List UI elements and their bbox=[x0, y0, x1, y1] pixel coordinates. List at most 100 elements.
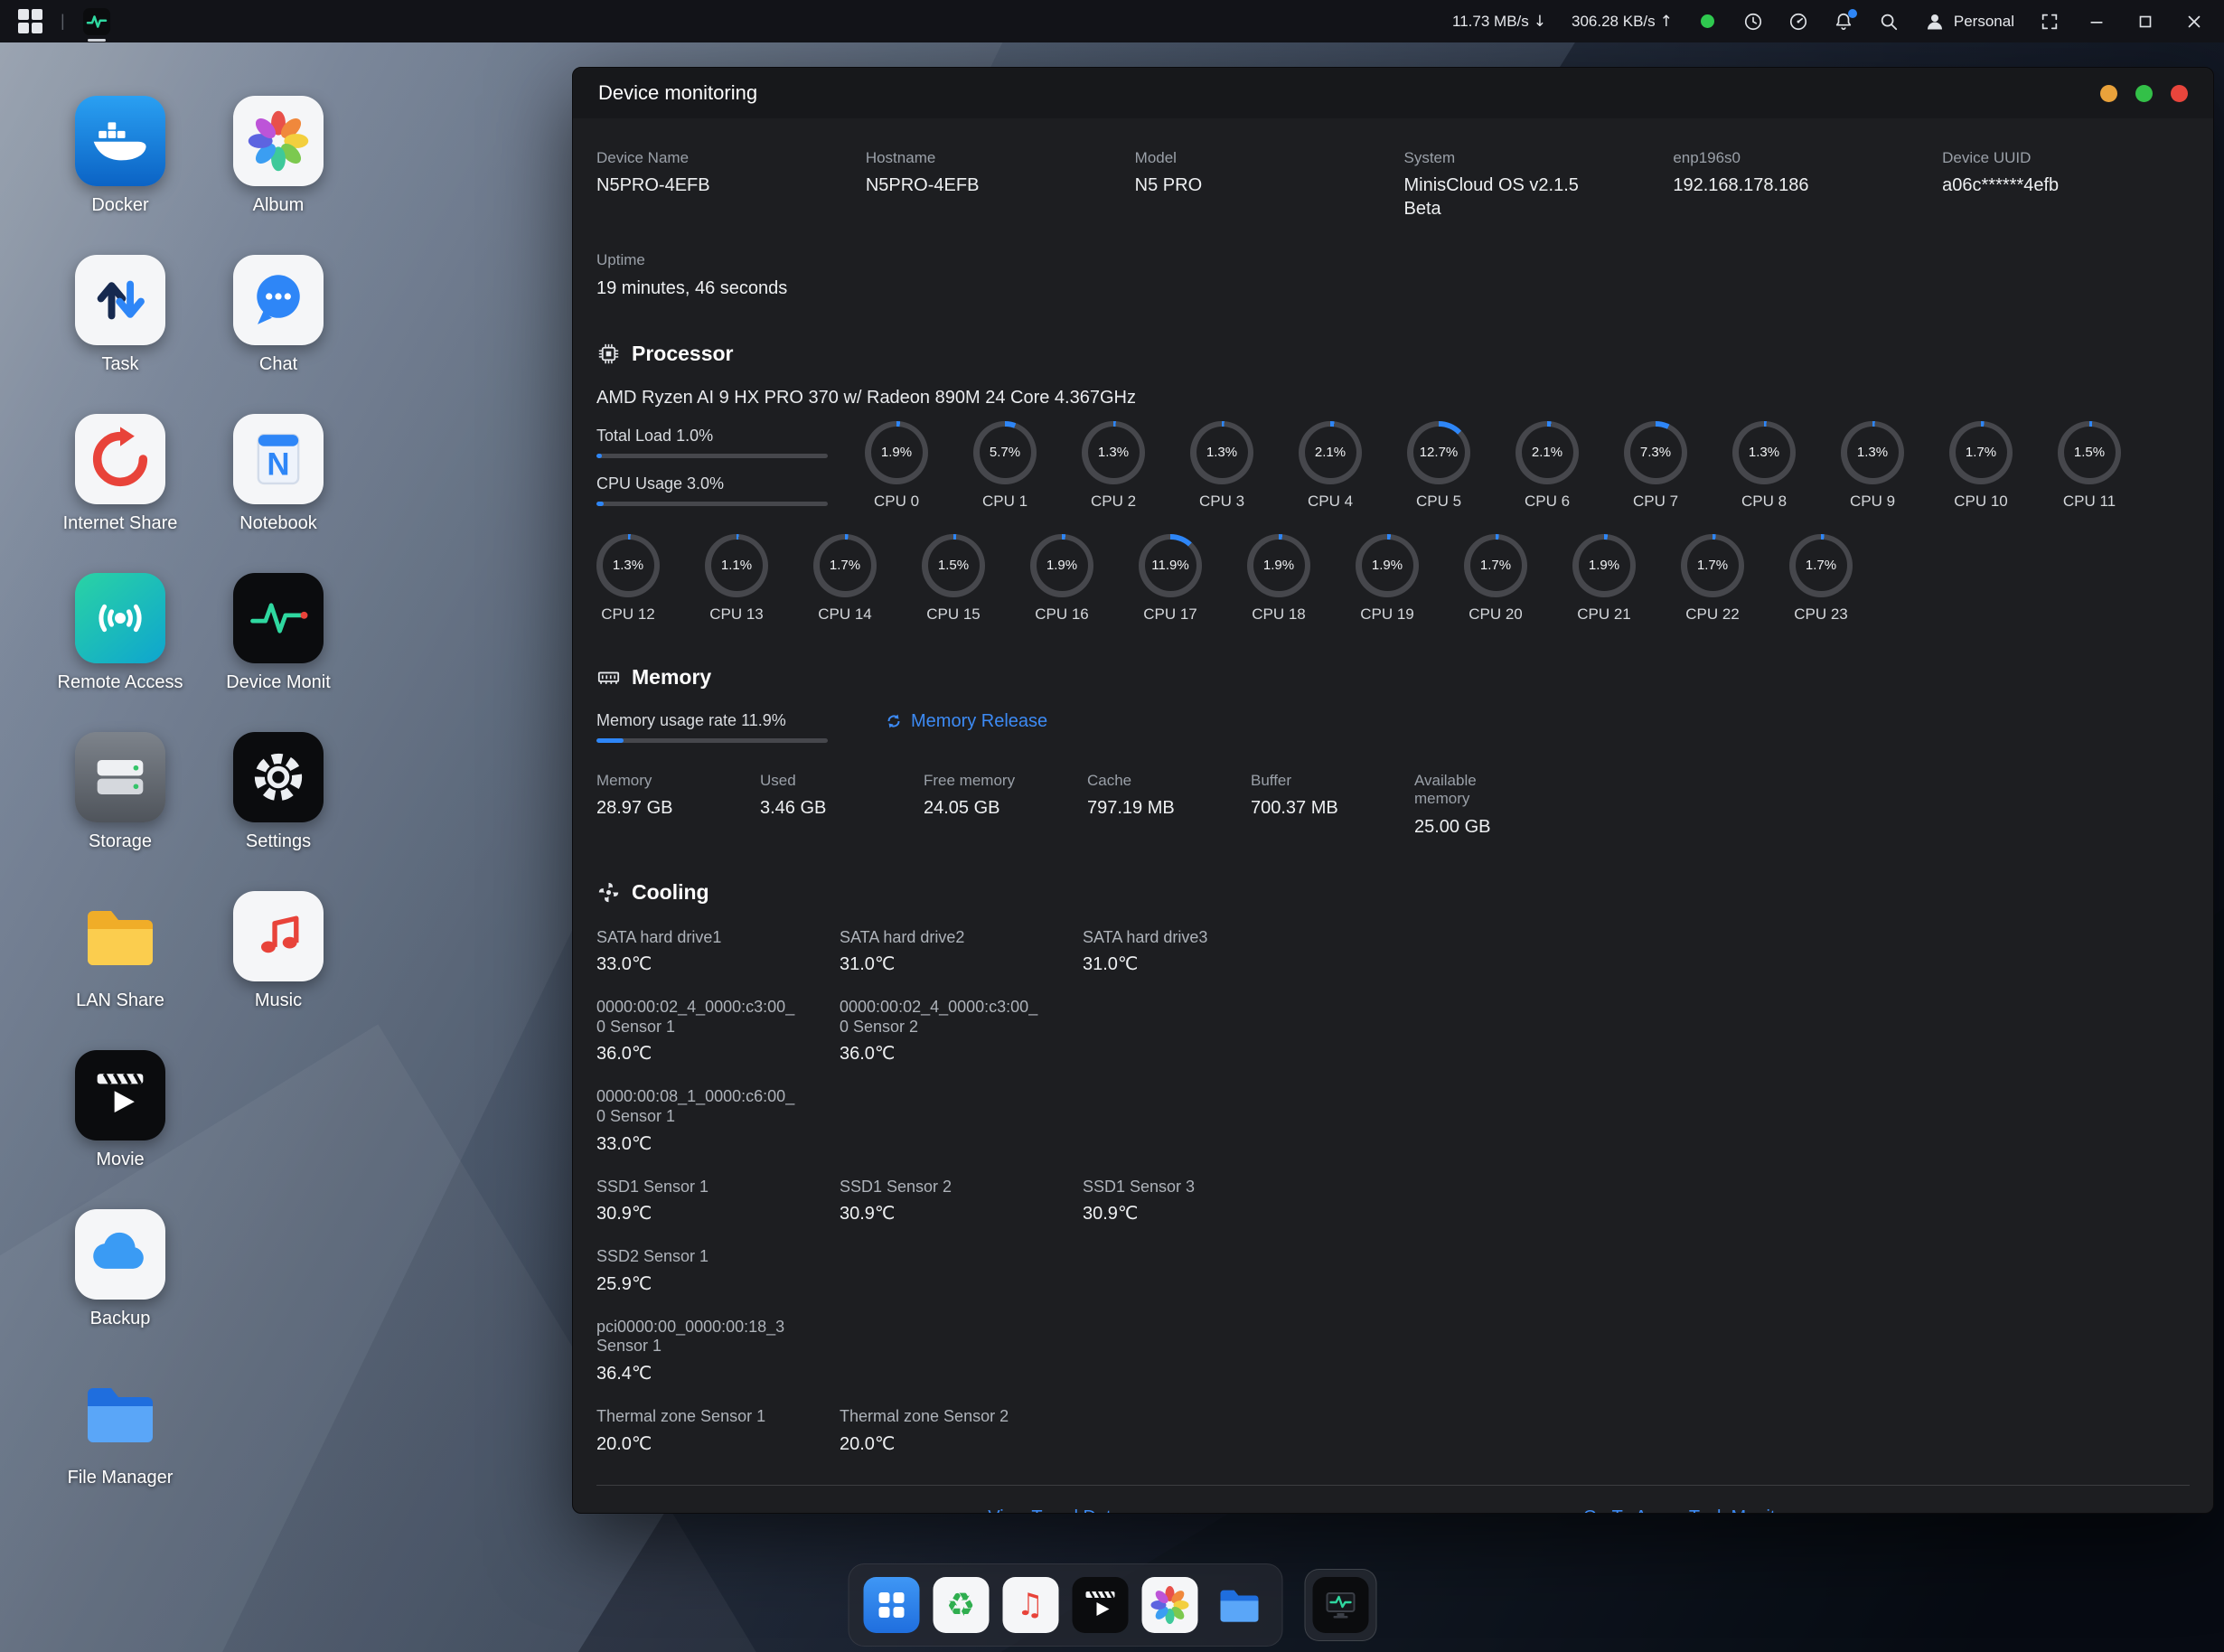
cooling-row: 0000:00:02_4_0000:c3:00_0 Sensor 136.0℃ … bbox=[596, 998, 2190, 1065]
info-label: Model bbox=[1135, 149, 1383, 167]
desktop-icon-remote-access[interactable]: Remote Access bbox=[52, 573, 188, 732]
cpu-core-gauge: 1.9%CPU 0 bbox=[865, 421, 928, 511]
user-icon bbox=[1924, 11, 1946, 33]
app-center-icon[interactable] bbox=[863, 1577, 919, 1633]
window-minimize-button[interactable] bbox=[2100, 85, 2117, 102]
cpu-usage-label: CPU Usage 3.0% bbox=[596, 474, 865, 493]
window-title: Device monitoring bbox=[598, 81, 757, 105]
memory-section-header: Memory bbox=[596, 665, 2190, 690]
cpu-usage-bar bbox=[596, 502, 828, 506]
green-status-icon[interactable] bbox=[1698, 12, 1718, 32]
view-trend-data-link[interactable]: View Trend Data bbox=[988, 1507, 1121, 1514]
sensor-value: 20.0℃ bbox=[840, 1432, 1029, 1456]
info-value: 192.168.178.186 bbox=[1673, 174, 1863, 197]
user-menu[interactable]: Personal bbox=[1924, 11, 2014, 33]
desktop-icon-album[interactable]: Album bbox=[211, 96, 346, 255]
album-icon[interactable] bbox=[1141, 1577, 1197, 1633]
file-manager-icon[interactable] bbox=[1211, 1577, 1267, 1633]
close-button[interactable] bbox=[2182, 10, 2206, 33]
album-icon bbox=[233, 96, 324, 186]
async-task-monitor-link[interactable]: Go To Async Task Monitor bbox=[1583, 1507, 1791, 1514]
desktop-icon-label: Internet Share bbox=[63, 513, 178, 534]
desktop-icon-label: Notebook bbox=[239, 513, 317, 534]
active-app-icon[interactable] bbox=[83, 8, 110, 35]
desktop-icon-label: Settings bbox=[246, 831, 311, 852]
info-label: Hostname bbox=[866, 149, 1113, 167]
maximize-button[interactable] bbox=[2134, 10, 2157, 33]
memory-stat-label: Available memory bbox=[1414, 772, 1532, 809]
desktop-icon-label: LAN Share bbox=[76, 990, 164, 1011]
cpu-core-gauge: 1.7%CPU 22 bbox=[1681, 534, 1744, 624]
sensor-label: SSD1 Sensor 1 bbox=[596, 1178, 800, 1197]
internet-share-icon bbox=[75, 414, 165, 504]
music-icon bbox=[233, 891, 324, 981]
cpu-core-gauge: 1.9%CPU 18 bbox=[1247, 534, 1310, 624]
window-maximize-button[interactable] bbox=[2135, 85, 2153, 102]
sensor-value: 36.4℃ bbox=[596, 1362, 786, 1385]
memory-stat-value: 700.37 MB bbox=[1251, 796, 1414, 820]
cpu-core-gauge: 1.7%CPU 20 bbox=[1464, 534, 1527, 624]
activity-icon[interactable] bbox=[1788, 12, 1808, 32]
sensor-label: SSD1 Sensor 3 bbox=[1083, 1178, 1286, 1197]
fullscreen-icon[interactable] bbox=[2040, 12, 2060, 32]
desktop-icon-storage[interactable]: Storage bbox=[52, 732, 188, 891]
total-load-label: Total Load 1.0% bbox=[596, 427, 865, 446]
memory-stat-label: Memory bbox=[596, 772, 714, 790]
desktop-icon-backup[interactable]: Backup bbox=[52, 1209, 188, 1368]
clock-icon[interactable] bbox=[1743, 12, 1763, 32]
movie-icon[interactable] bbox=[1072, 1577, 1128, 1633]
memory-release-link[interactable]: Memory Release bbox=[885, 711, 1047, 732]
sensor-value: 30.9℃ bbox=[596, 1202, 786, 1225]
recycle-icon bbox=[885, 712, 903, 730]
cpu-core-gauge: 1.5%CPU 11 bbox=[2058, 421, 2121, 511]
cpu-core-gauge: 2.1%CPU 4 bbox=[1299, 421, 1362, 511]
desktop-icon-music[interactable]: Music bbox=[211, 891, 346, 1050]
search-icon[interactable] bbox=[1879, 12, 1899, 32]
processor-body: Total Load 1.0% CPU Usage 3.0% 1.9%CPU 0… bbox=[596, 421, 2190, 624]
section-title: Processor bbox=[632, 342, 734, 366]
desktop-icon-file-manager[interactable]: File Manager bbox=[52, 1368, 188, 1527]
desktop-icon-notebook[interactable]: N Notebook bbox=[211, 414, 346, 573]
desktop-icon-movie[interactable]: Movie bbox=[52, 1050, 188, 1209]
desktop-icon-chat[interactable]: Chat bbox=[211, 255, 346, 414]
backup-icon bbox=[75, 1209, 165, 1300]
notebook-icon: N bbox=[233, 414, 324, 504]
cooling-row: SSD2 Sensor 125.9℃ bbox=[596, 1247, 2190, 1296]
memory-usage-bar bbox=[596, 738, 828, 743]
info-label: System bbox=[1404, 149, 1652, 167]
sensor-value: 33.0℃ bbox=[596, 953, 786, 976]
minimize-button[interactable] bbox=[2085, 10, 2108, 33]
memory-stat-label: Used bbox=[760, 772, 877, 790]
sensor-value: 36.0℃ bbox=[596, 1042, 786, 1065]
desktop-icon-label: Music bbox=[255, 990, 302, 1011]
dock: ♻ ♫ bbox=[848, 1563, 1376, 1647]
bell-icon[interactable] bbox=[1834, 12, 1853, 32]
desktop-icon-grid: Docker Task Internet Share Remote Access… bbox=[52, 96, 346, 1527]
recycle-bin-icon[interactable]: ♻ bbox=[933, 1577, 989, 1633]
window-close-button[interactable] bbox=[2171, 85, 2188, 102]
sensor-value: 31.0℃ bbox=[840, 953, 1029, 976]
start-grid-icon[interactable] bbox=[18, 9, 42, 33]
cooling-row: 0000:00:08_1_0000:c6:00_0 Sensor 133.0℃ bbox=[596, 1087, 2190, 1155]
desktop-icon-task[interactable]: Task bbox=[52, 255, 188, 414]
sensor-value: 30.9℃ bbox=[1083, 1202, 1272, 1225]
desktop-icon-device-monitor[interactable]: Device Monit bbox=[211, 573, 346, 732]
desktop-icon-internet-share[interactable]: Internet Share bbox=[52, 414, 188, 573]
window-titlebar[interactable]: Device monitoring bbox=[573, 68, 2213, 118]
desktop-icon-settings[interactable]: Settings bbox=[211, 732, 346, 891]
desktop-icon-docker[interactable]: Docker bbox=[52, 96, 188, 255]
sensor-label: SSD2 Sensor 1 bbox=[596, 1247, 800, 1267]
processor-section-header: Processor bbox=[596, 342, 2190, 366]
memory-stat-label: Free memory bbox=[924, 772, 1041, 790]
cpu-core-gauge: 1.9%CPU 19 bbox=[1356, 534, 1419, 624]
music-icon[interactable]: ♫ bbox=[1002, 1577, 1058, 1633]
desktop-icon-label: Chat bbox=[259, 354, 297, 375]
info-value: N5 PRO bbox=[1135, 174, 1325, 197]
cpu-core-gauge: 12.7%CPU 5 bbox=[1407, 421, 1470, 511]
memory-stat-label: Buffer bbox=[1251, 772, 1368, 790]
notification-badge bbox=[1848, 9, 1857, 18]
cpu-core-gauge: 1.3%CPU 2 bbox=[1082, 421, 1145, 511]
dock-active-app[interactable] bbox=[1304, 1569, 1376, 1641]
desktop-icon-lan-share[interactable]: LAN Share bbox=[52, 891, 188, 1050]
memory-stats-grid: Memory28.97 GB Used3.46 GB Free memory24… bbox=[596, 772, 2190, 839]
